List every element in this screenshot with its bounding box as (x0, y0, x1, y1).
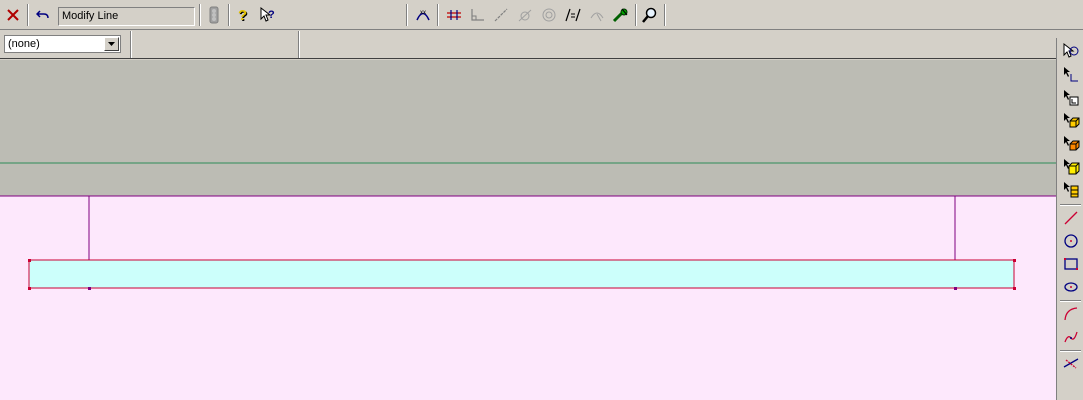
perpendicular-icon[interactable] (467, 5, 487, 25)
parallel-icon[interactable] (563, 5, 583, 25)
selected-line-shape[interactable] (28, 259, 1015, 289)
arc-tool-icon[interactable] (1061, 304, 1081, 324)
concentric-icon[interactable] (539, 5, 559, 25)
help-icon[interactable]: ?? (234, 5, 254, 25)
traffic-light-icon[interactable] (204, 5, 224, 25)
toolbar-separator (130, 31, 132, 58)
tangent-icon[interactable] (515, 5, 535, 25)
arc-lock-icon[interactable] (587, 5, 607, 25)
layer-select-value: (none) (8, 38, 40, 50)
toolbar-separator (1060, 350, 1081, 352)
dimension-corner-icon[interactable] (1061, 88, 1081, 108)
extrude-orange-icon[interactable] (1061, 134, 1081, 154)
command-status-field: Modify Line (58, 7, 195, 26)
toolbar-separator (228, 4, 230, 26)
layer-select[interactable]: (none) (4, 35, 121, 53)
corner-icon[interactable] (1061, 65, 1081, 85)
extrude-face-icon[interactable] (1061, 111, 1081, 131)
toolbar-separator (1060, 300, 1081, 302)
select-icon[interactable] (1061, 42, 1081, 62)
toolbar-separator (1060, 204, 1081, 206)
toolbar-separator (437, 4, 439, 26)
chevron-down-icon[interactable] (104, 37, 119, 51)
zoom-icon[interactable] (640, 5, 660, 25)
toolbar-separator (406, 4, 408, 26)
toolbar-separator (298, 31, 300, 58)
offset-line-icon[interactable] (444, 5, 464, 25)
secondary-toolbar: (none) (0, 30, 1083, 59)
toolbar-separator (635, 4, 637, 26)
angle-line-icon[interactable] (491, 5, 511, 25)
trim-tool-icon[interactable] (1061, 354, 1081, 374)
vertex-handle[interactable] (28, 259, 31, 262)
drawing-tools-toolbar (1056, 38, 1083, 400)
vertex-handle[interactable] (954, 287, 957, 290)
vertex-handle[interactable] (1013, 259, 1016, 262)
line-endpoints-icon[interactable]: xx (413, 5, 433, 25)
whats-this-help-icon[interactable]: ? (258, 5, 278, 25)
svg-text:xx: xx (420, 10, 426, 16)
toolbar-separator (199, 4, 201, 26)
undo-icon[interactable] (33, 5, 53, 25)
drawing-canvas[interactable] (0, 60, 1056, 400)
vertex-handle[interactable] (88, 287, 91, 290)
main-toolbar: Modify Line ?? ? xx (0, 0, 1083, 30)
vertex-handle[interactable] (28, 287, 31, 290)
svg-text:?: ? (268, 9, 275, 21)
curve-tool-icon[interactable] (1061, 327, 1081, 347)
extrude-yellow-icon[interactable] (1061, 157, 1081, 177)
toolbar-separator (27, 4, 29, 26)
toolbar-separator (664, 4, 666, 26)
rectangle-tool-icon[interactable] (1061, 254, 1081, 274)
svg-text:?: ? (238, 7, 247, 23)
lower-region (0, 196, 1056, 400)
smart-dimension-icon[interactable] (611, 5, 631, 25)
ellipse-tool-icon[interactable] (1061, 277, 1081, 297)
vertex-handle[interactable] (1013, 287, 1016, 290)
circle-tool-icon[interactable] (1061, 231, 1081, 251)
upper-region (0, 60, 1056, 196)
stack-faces-icon[interactable] (1061, 180, 1081, 200)
line-tool-icon[interactable] (1061, 208, 1081, 228)
close-icon[interactable] (3, 5, 23, 25)
